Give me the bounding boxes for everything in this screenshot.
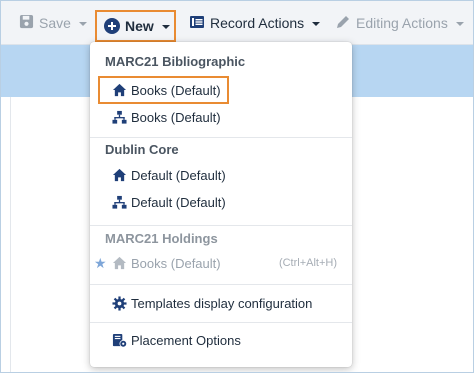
menu-item-label: Default (Default) bbox=[131, 194, 226, 210]
placement-gear-icon bbox=[111, 332, 127, 348]
menu-item-label: Books (Default) bbox=[131, 109, 221, 125]
menu-item-marc21-books-default-home[interactable]: Books (Default) bbox=[90, 77, 352, 103]
home-icon bbox=[111, 255, 127, 271]
menu-item-label: Default (Default) bbox=[131, 167, 226, 183]
editor-window: Save New Record Actions Editing Actions … bbox=[0, 0, 474, 373]
chevron-down-icon bbox=[78, 21, 87, 26]
record-actions-button[interactable]: Record Actions bbox=[189, 9, 321, 37]
home-icon bbox=[111, 82, 127, 98]
menu-item-marc21-holdings-books-default[interactable]: ★ Books (Default) (Ctrl+Alt+H) bbox=[90, 250, 352, 276]
plus-circle-icon bbox=[104, 18, 120, 34]
menu-section-header-dublin-core: Dublin Core bbox=[105, 142, 179, 157]
record-book-icon bbox=[189, 14, 205, 33]
record-actions-label: Record Actions bbox=[210, 15, 305, 31]
menu-item-dublin-core-default-hierarchy[interactable]: Default (Default) bbox=[90, 189, 352, 215]
hierarchy-icon bbox=[111, 109, 127, 125]
save-label: Save bbox=[39, 15, 71, 31]
menu-item-marc21-books-default-hierarchy[interactable]: Books (Default) bbox=[90, 104, 352, 130]
menu-item-label: Placement Options bbox=[131, 332, 241, 348]
star-icon: ★ bbox=[94, 254, 107, 271]
editing-actions-label: Editing Actions bbox=[356, 15, 448, 31]
chevron-down-icon bbox=[312, 21, 321, 26]
menu-separator bbox=[90, 322, 352, 323]
menu-separator bbox=[90, 284, 352, 285]
menu-section-header-marc21-holdings: MARC21 Holdings bbox=[105, 231, 218, 246]
menu-item-label: Books (Default) bbox=[131, 82, 221, 98]
floppy-disk-icon bbox=[19, 14, 34, 32]
new-button[interactable]: New bbox=[95, 10, 176, 42]
menu-section-header-marc21-bibliographic: MARC21 Bibliographic bbox=[105, 54, 246, 69]
menu-item-label: Templates display configuration bbox=[131, 295, 313, 311]
save-button[interactable]: Save bbox=[19, 9, 87, 37]
chevron-down-icon bbox=[455, 21, 464, 26]
new-dropdown-menu: MARC21 Bibliographic Books (Default) Boo… bbox=[90, 42, 352, 367]
divider bbox=[10, 97, 11, 372]
menu-separator bbox=[90, 137, 352, 138]
keyboard-shortcut: (Ctrl+Alt+H) bbox=[278, 257, 337, 269]
home-icon bbox=[111, 167, 127, 183]
menu-item-placement-options[interactable]: Placement Options bbox=[90, 327, 352, 353]
menu-item-label: Books (Default) bbox=[131, 255, 221, 271]
menu-item-dublin-core-default-home[interactable]: Default (Default) bbox=[90, 162, 352, 188]
toolbar: Save New Record Actions Editing Actions bbox=[1, 1, 473, 45]
pencil-icon bbox=[335, 14, 351, 33]
hierarchy-icon bbox=[111, 194, 127, 210]
menu-separator bbox=[90, 225, 352, 226]
gear-icon bbox=[111, 295, 127, 311]
menu-item-templates-display-configuration[interactable]: Templates display configuration bbox=[90, 290, 352, 316]
new-label: New bbox=[125, 18, 154, 34]
chevron-down-icon bbox=[161, 24, 170, 29]
editing-actions-button[interactable]: Editing Actions bbox=[335, 9, 464, 37]
